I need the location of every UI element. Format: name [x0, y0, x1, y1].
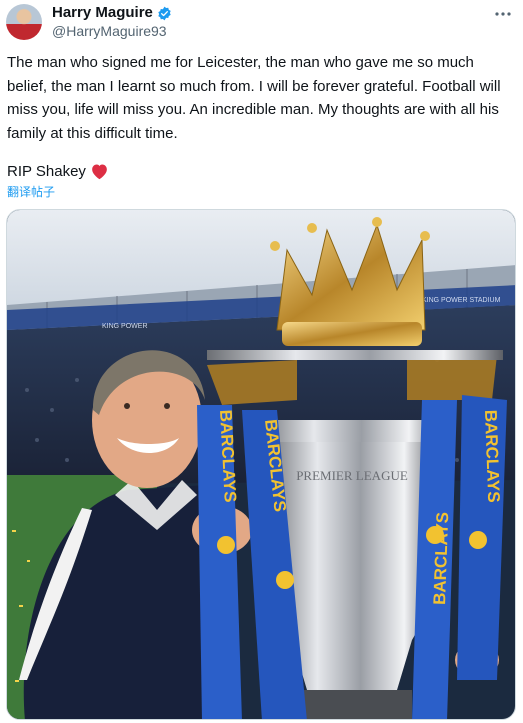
stadium-sign-left: KING POWER: [102, 323, 148, 330]
tweet-body: The man who signed me for Leicester, the…: [7, 54, 501, 142]
translate-post-link[interactable]: 翻译帖子: [7, 184, 55, 200]
trophy-lion-right: [407, 355, 497, 400]
ribbon-text-4: BARCLAYS: [481, 409, 503, 502]
trophy-base: [292, 690, 412, 719]
display-name-row: Harry Maguire: [52, 4, 172, 22]
trophy-engraving: PREMIER LEAGUE: [296, 468, 408, 483]
tweet-closing-line: RIP Shakey: [7, 160, 109, 183]
verified-badge-icon: [157, 6, 172, 21]
red-heart-icon: [90, 163, 109, 180]
trophy-celebration-photo: KING POWER KING POWER STADIUM PREMIER LE…: [7, 210, 515, 719]
trophy-handle-bar: [207, 350, 503, 360]
tweet-header: Harry Maguire @HarryMaguire93: [6, 4, 517, 40]
trophy-lion-left: [207, 360, 297, 405]
ribbon-text-3: BARCLAYS: [430, 512, 452, 605]
crown-band: [282, 322, 422, 346]
avatar[interactable]: [6, 4, 42, 40]
tweet-text: The man who signed me for Leicester, the…: [7, 51, 517, 145]
display-name[interactable]: Harry Maguire: [52, 4, 153, 22]
more-dots-icon[interactable]: [493, 4, 513, 24]
author-names: Harry Maguire @HarryMaguire93: [52, 4, 172, 40]
tweet-closing: RIP Shakey: [7, 163, 86, 180]
tweet-photo[interactable]: KING POWER KING POWER STADIUM PREMIER LE…: [6, 209, 516, 720]
author-handle[interactable]: @HarryMaguire93: [52, 22, 172, 40]
stadium-sign-right: KING POWER STADIUM: [422, 297, 501, 304]
trophy-rim: [257, 420, 447, 442]
